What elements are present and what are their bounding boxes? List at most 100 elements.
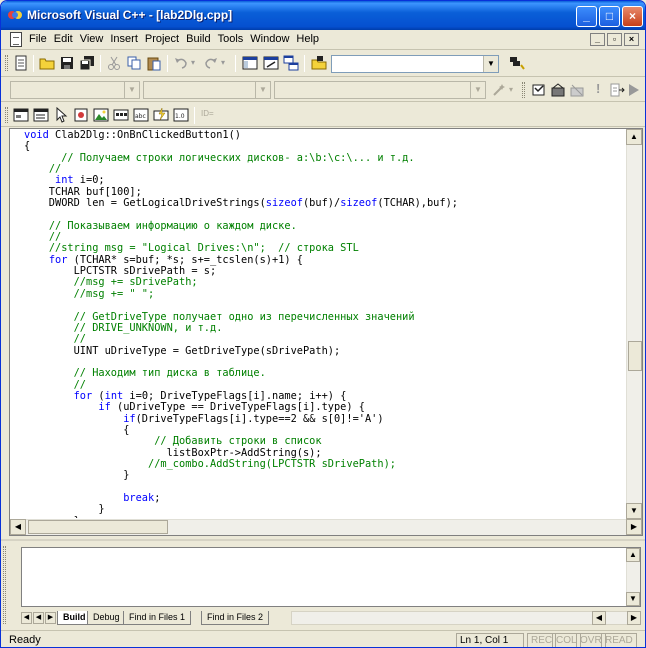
tab-prev-icon[interactable]: ◀ (33, 612, 44, 624)
code-editor[interactable]: void Clab2Dlg::OnBnClickedButton1(){ // … (9, 128, 643, 536)
code-line[interactable]: void Clab2Dlg::OnBnClickedButton1() (24, 130, 624, 141)
code-line[interactable]: // (24, 163, 624, 175)
save-icon[interactable] (59, 55, 75, 71)
stop-build-icon[interactable] (569, 82, 585, 98)
scroll-down-arrow-icon[interactable]: ▼ (626, 592, 640, 606)
maximize-button[interactable]: □ (599, 6, 620, 27)
redo-icon[interactable] (203, 55, 219, 71)
toolbar-resource-icon[interactable] (113, 107, 129, 123)
build-icon[interactable] (550, 82, 566, 98)
icon-resource-icon[interactable] (73, 107, 89, 123)
find-combo[interactable]: ▼ (331, 55, 499, 73)
menu-file[interactable]: File (29, 33, 47, 45)
toolbar-grip[interactable] (5, 107, 8, 123)
code-line[interactable]: DWORD len = GetLogicalDriveStrings(sizeo… (24, 197, 624, 209)
horizontal-scroll-thumb[interactable] (28, 520, 168, 534)
toolbar-grip[interactable] (522, 82, 525, 98)
output-window-icon[interactable] (263, 55, 279, 71)
compile-icon[interactable] (531, 82, 547, 98)
chevron-down-icon[interactable]: ▼ (483, 56, 498, 72)
toolbar-grip[interactable] (5, 55, 8, 71)
go-icon[interactable] (609, 82, 625, 98)
class-combo[interactable]: ▼ (10, 81, 140, 99)
code-line[interactable]: } (24, 504, 624, 515)
source-code[interactable]: void Clab2Dlg::OnBnClickedButton1(){ // … (24, 130, 624, 518)
scroll-thumb[interactable] (628, 341, 642, 371)
insert-breakpoint-icon[interactable] (627, 82, 643, 98)
document-icon[interactable] (10, 32, 22, 47)
cursor-icon[interactable] (53, 107, 69, 123)
members-combo[interactable]: ▼ (274, 81, 486, 99)
code-line[interactable]: UINT uDriveType = GetDriveType(sDrivePat… (24, 345, 624, 357)
close-button[interactable]: × (622, 6, 643, 27)
wizard-dropdown-icon[interactable]: ▾ (509, 85, 513, 94)
scroll-down-arrow-icon[interactable]: ▼ (626, 503, 642, 519)
wizard-wand-icon[interactable] (491, 82, 507, 98)
scroll-up-arrow-icon[interactable]: ▲ (626, 548, 640, 562)
scroll-left-arrow-icon[interactable]: ◀ (592, 611, 606, 625)
menu-view[interactable]: View (80, 33, 104, 45)
bitmap-icon[interactable] (93, 107, 109, 123)
tab-first-icon[interactable]: ◀ (21, 612, 32, 624)
scroll-right-arrow-icon[interactable]: ▶ (626, 519, 642, 535)
code-line[interactable]: // Находим тип диска в таблице. (24, 368, 624, 379)
menu-items: File Edit View Insert Project Build Tool… (29, 33, 319, 45)
code-line[interactable]: // DRIVE_UNKNOWN, и т.д. (24, 322, 624, 334)
scroll-up-arrow-icon[interactable]: ▲ (626, 129, 642, 145)
code-line[interactable]: } (24, 515, 624, 518)
minimize-button[interactable]: _ (576, 6, 597, 27)
dialog-icon[interactable] (13, 107, 29, 123)
find-icon[interactable] (509, 55, 525, 71)
tab-find-in-files-2[interactable]: Find in Files 2 (201, 611, 270, 625)
chevron-down-icon[interactable]: ▼ (470, 82, 485, 98)
redo-dropdown-icon[interactable]: ▾ (221, 58, 225, 67)
scroll-right-arrow-icon[interactable]: ▶ (627, 611, 641, 625)
undo-dropdown-icon[interactable]: ▾ (191, 58, 195, 67)
menu-help[interactable]: Help (296, 33, 319, 45)
panel-grip[interactable] (3, 546, 6, 624)
mdi-close-button[interactable]: × (624, 33, 639, 46)
accelerator-icon[interactable] (153, 107, 169, 123)
tab-debug[interactable]: Debug (87, 611, 126, 625)
version-icon[interactable]: 1.0 (173, 107, 189, 123)
undo-icon[interactable] (173, 55, 189, 71)
code-line[interactable]: //msg += " "; (24, 288, 624, 300)
menu-build[interactable]: Build (186, 33, 210, 45)
find-in-files-icon[interactable] (311, 55, 327, 71)
code-line[interactable]: // Получаем строки логических дисков- a:… (24, 152, 624, 164)
paste-icon[interactable] (146, 55, 162, 71)
menu-project[interactable]: Project (145, 33, 179, 45)
code-line[interactable]: // Показываем информацию о каждом диске. (24, 220, 624, 232)
menu-insert[interactable]: Insert (110, 33, 138, 45)
cut-icon[interactable] (106, 55, 122, 71)
title-bar[interactable]: Microsoft Visual C++ - [lab2Dlg.cpp] _ □… (1, 1, 645, 30)
menu-icon[interactable] (33, 107, 49, 123)
code-line[interactable]: } (24, 470, 624, 481)
editor-horizontal-scrollbar[interactable]: ◀ ▶ (10, 519, 642, 535)
menu-edit[interactable]: Edit (54, 33, 73, 45)
workspace-icon[interactable] (242, 55, 258, 71)
code-line[interactable]: break; (24, 492, 624, 504)
mdi-minimize-button[interactable]: _ (590, 33, 605, 46)
string-table-icon[interactable]: abc (133, 107, 149, 123)
scroll-left-arrow-icon[interactable]: ◀ (10, 519, 26, 535)
open-folder-icon[interactable] (39, 55, 55, 71)
mdi-restore-button[interactable]: ▫ (607, 33, 622, 46)
editor-vertical-scrollbar[interactable]: ▲ ▼ (626, 129, 642, 519)
tab-next-icon[interactable]: ▶ (45, 612, 56, 624)
chevron-down-icon[interactable]: ▼ (124, 82, 139, 98)
output-vertical-scrollbar[interactable]: ▲ ▼ (626, 548, 640, 606)
copy-icon[interactable] (126, 55, 142, 71)
window-list-icon[interactable] (283, 55, 299, 71)
menu-window[interactable]: Window (250, 33, 289, 45)
new-file-icon[interactable] (13, 55, 29, 71)
execute-icon[interactable]: ! (596, 81, 600, 96)
output-pane[interactable]: ▲ ▼ (21, 547, 641, 607)
tab-find-in-files-1[interactable]: Find in Files 1 (123, 611, 192, 625)
menu-tools[interactable]: Tools (218, 33, 244, 45)
filter-combo[interactable]: ▼ (143, 81, 271, 99)
output-horizontal-scrollbar[interactable]: ◀ ▶ (291, 611, 641, 625)
chevron-down-icon[interactable]: ▼ (255, 82, 270, 98)
save-all-icon[interactable] (79, 55, 95, 71)
resource-id-label: ID= (201, 109, 214, 118)
